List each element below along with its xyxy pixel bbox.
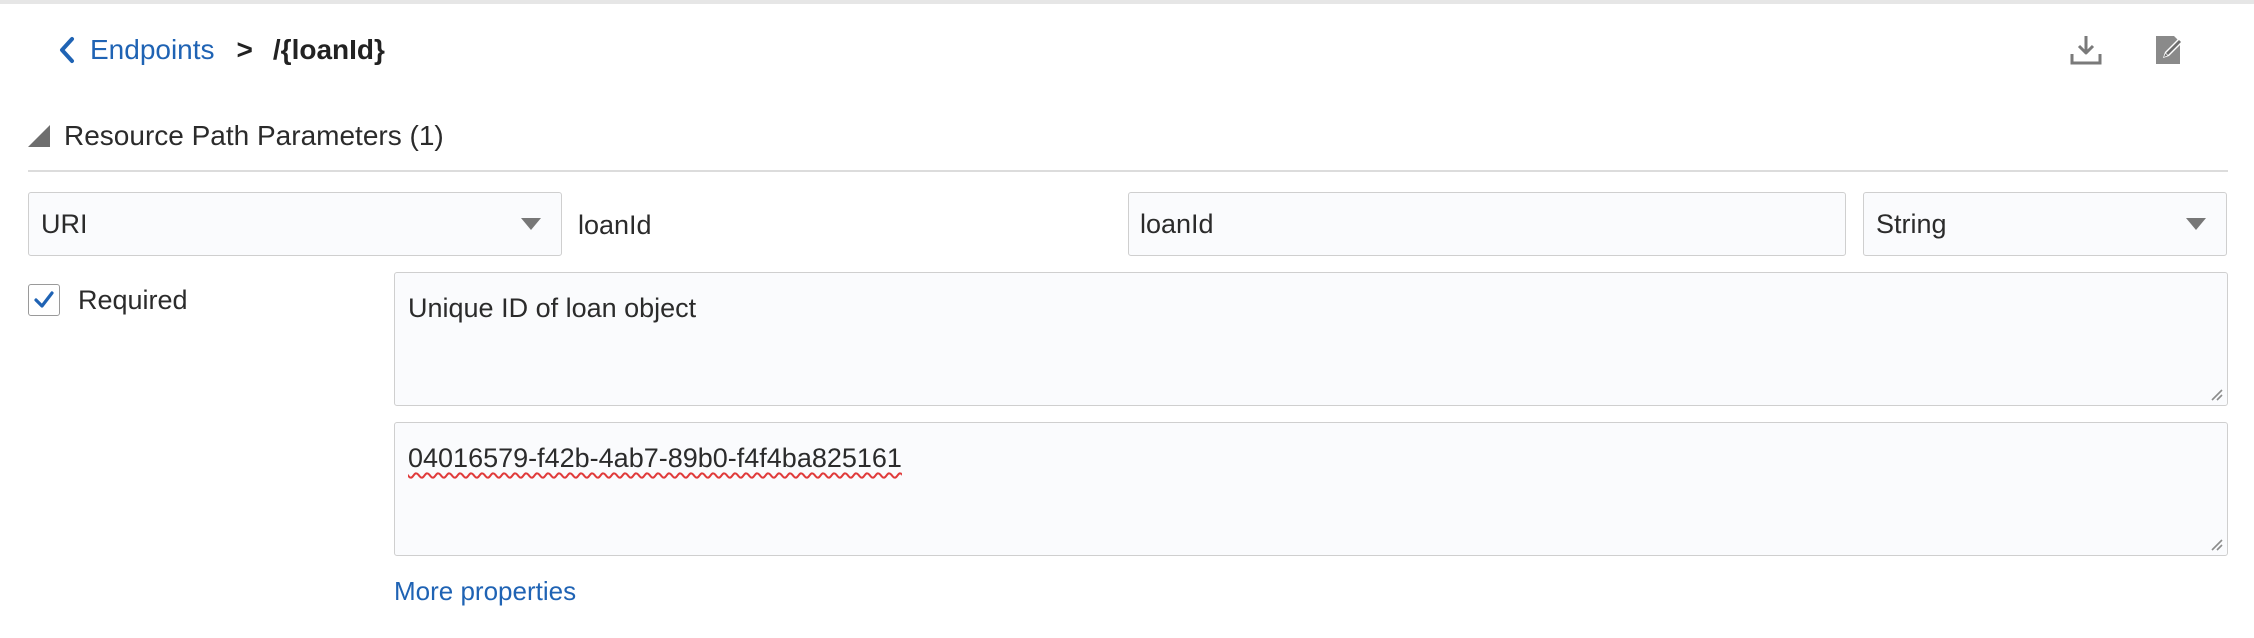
chevron-left-icon [60, 37, 74, 63]
section-title: Resource Path Parameters (1) [64, 120, 444, 151]
required-label: Required [78, 284, 188, 315]
dropdown-caret-icon [2186, 218, 2206, 230]
parameter-location-value: URI [41, 208, 88, 239]
parameter-location-select[interactable]: URI [28, 192, 562, 256]
checkmark-icon [34, 291, 54, 308]
resize-handle-icon[interactable] [2207, 535, 2223, 551]
parameter-display-name-input[interactable]: loanId [1128, 192, 1846, 256]
download-button[interactable] [2066, 28, 2106, 72]
back-link-label: Endpoints [90, 34, 215, 65]
parameter-type-value: String [1876, 208, 1947, 239]
parameter-example-value: 04016579-f42b-4ab7-89b0-f4f4ba825161 [408, 443, 902, 473]
back-to-endpoints-link[interactable]: Endpoints [56, 34, 215, 66]
parameter-example-textarea[interactable]: 04016579-f42b-4ab7-89b0-f4f4ba825161 [394, 422, 2228, 556]
section-divider [28, 170, 2228, 172]
edit-button[interactable] [2148, 28, 2188, 72]
resize-handle-icon[interactable] [2207, 385, 2223, 401]
top-border [0, 0, 2254, 4]
section-toggle-resource-path-parameters[interactable]: Resource Path Parameters (1) [28, 120, 444, 152]
parameter-description-value: Unique ID of loan object [408, 293, 697, 323]
edit-icon [2156, 36, 2184, 64]
parameter-type-select[interactable]: String [1863, 192, 2227, 256]
parameter-name: loanId [578, 210, 652, 240]
dropdown-caret-icon [521, 218, 541, 230]
parameter-description-textarea[interactable]: Unique ID of loan object [394, 272, 2228, 406]
more-properties-link[interactable]: More properties [394, 576, 576, 607]
header-actions [2066, 28, 2188, 72]
parameter-display-name-value: loanId [1140, 208, 1214, 239]
breadcrumb: Endpoints > /{loanId} [56, 30, 385, 70]
breadcrumb-current: /{loanId} [272, 34, 385, 65]
download-icon [2070, 36, 2102, 65]
collapse-triangle-icon [28, 125, 50, 147]
required-checkbox-row[interactable]: Required [28, 284, 188, 316]
required-checkbox[interactable] [28, 284, 60, 316]
breadcrumb-separator: > [236, 34, 253, 65]
